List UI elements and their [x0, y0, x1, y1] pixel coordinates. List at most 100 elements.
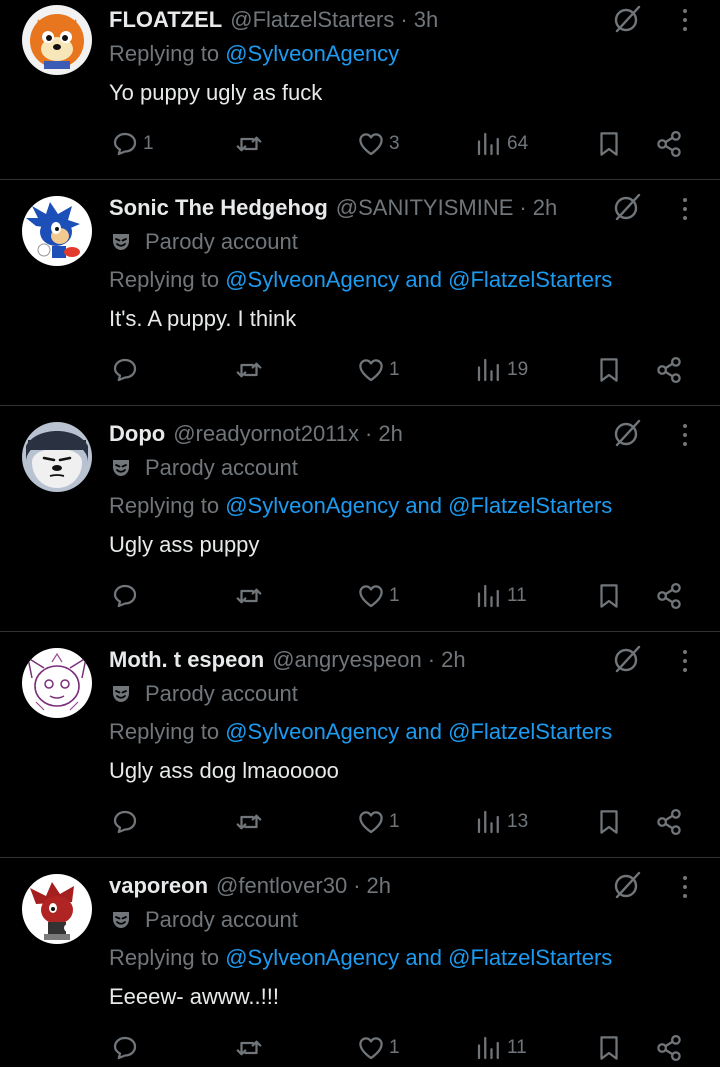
display-name[interactable]: FLOATZEL: [109, 7, 222, 33]
display-name[interactable]: Moth. t espeon: [109, 647, 264, 673]
three-dots-vertical-icon[interactable]: [672, 873, 698, 901]
like-button[interactable]: 1: [356, 802, 400, 842]
three-dots-vertical-icon[interactable]: [672, 647, 698, 675]
grok-slash-circle-icon[interactable]: [612, 4, 642, 34]
grok-slash-circle-icon[interactable]: [612, 192, 642, 222]
mention-link[interactable]: @FlatzelStarters: [448, 493, 612, 519]
parody-account-text: Parody account: [145, 681, 298, 706]
three-dots-vertical-icon[interactable]: [672, 421, 698, 449]
mention-link[interactable]: @FlatzelStarters: [448, 945, 612, 971]
share-button[interactable]: [654, 576, 684, 616]
display-name[interactable]: vaporeon: [109, 873, 208, 899]
bookmark-button[interactable]: [594, 1028, 624, 1067]
mention-link[interactable]: @SylveonAgency: [225, 493, 399, 519]
like-button[interactable]: 3: [356, 124, 400, 164]
theater-mask-icon: [113, 686, 129, 702]
speech-bubble-icon: [113, 584, 137, 608]
reply-button[interactable]: 1: [110, 124, 154, 164]
reply-button[interactable]: [110, 576, 143, 616]
timestamp[interactable]: 3h: [414, 7, 438, 33]
user-handle[interactable]: @angryespeon: [272, 647, 422, 673]
share-button[interactable]: [654, 802, 684, 842]
tweet-reply[interactable]: Dopo @readyornot2011x · 2h Parody accoun…: [0, 406, 720, 632]
tweet-reply[interactable]: FLOATZEL @FlatzelStarters · 3h Replying …: [0, 0, 720, 180]
bar-chart-icon: [477, 132, 499, 156]
views-button[interactable]: 64: [474, 124, 528, 164]
timestamp[interactable]: 2h: [533, 195, 557, 221]
share-button[interactable]: [654, 350, 684, 390]
like-button[interactable]: 1: [356, 350, 400, 390]
repost-button[interactable]: [234, 802, 267, 842]
mention-link[interactable]: @SylveonAgency: [225, 945, 399, 971]
tweet-text: Ugly ass puppy: [109, 529, 259, 561]
user-handle[interactable]: @readyornot2011x: [173, 421, 359, 447]
repost-button[interactable]: [234, 1028, 267, 1067]
views-button[interactable]: 13: [474, 802, 528, 842]
like-button[interactable]: 1: [356, 1028, 400, 1067]
parody-account-text: Parody account: [145, 455, 298, 480]
separator-dot: ·: [400, 7, 408, 32]
repost-arrows-icon: [236, 588, 262, 604]
tweet-header: Dopo @readyornot2011x · 2h: [109, 418, 403, 450]
user-handle[interactable]: @FlatzelStarters: [230, 7, 394, 33]
grok-slash-circle-icon[interactable]: [612, 870, 642, 900]
bookmark-button[interactable]: [594, 576, 624, 616]
bookmark-icon: [600, 358, 618, 382]
mention-link[interactable]: @SylveonAgency: [225, 41, 399, 67]
views-button[interactable]: 11: [474, 1028, 527, 1067]
three-dots-vertical-icon[interactable]: [672, 195, 698, 223]
reply-button[interactable]: [110, 350, 143, 390]
avatar[interactable]: [22, 874, 92, 944]
repost-button[interactable]: [234, 350, 267, 390]
timestamp[interactable]: 2h: [378, 421, 402, 447]
mention-link[interactable]: @FlatzelStarters: [448, 267, 612, 293]
timestamp[interactable]: 2h: [367, 873, 391, 899]
mention-link[interactable]: @FlatzelStarters: [448, 719, 612, 745]
tweet-text: Yo puppy ugly as fuck: [109, 77, 322, 109]
tweet-header: vaporeon @fentlover30 · 2h: [109, 870, 391, 902]
avatar[interactable]: [22, 196, 92, 266]
grok-slash-circle-icon[interactable]: [612, 418, 642, 448]
three-dots-vertical-icon[interactable]: [672, 6, 698, 34]
bookmark-button[interactable]: [594, 124, 624, 164]
like-button[interactable]: 1: [356, 576, 400, 616]
views-button[interactable]: 11: [474, 576, 527, 616]
share-button[interactable]: [654, 1028, 684, 1067]
tweet-body: Eeeew- awww..!!!: [109, 984, 279, 1009]
timestamp[interactable]: 2h: [441, 647, 465, 673]
tweet-reply[interactable]: vaporeon @fentlover30 · 2h Parody accoun…: [0, 858, 720, 1067]
separator-dot: ·: [519, 195, 527, 220]
bookmark-button[interactable]: [594, 802, 624, 842]
views-button[interactable]: 19: [474, 350, 528, 390]
mention-link[interactable]: @SylveonAgency: [225, 267, 399, 293]
display-name[interactable]: Dopo: [109, 421, 165, 447]
reply-feed: FLOATZEL @FlatzelStarters · 3h Replying …: [0, 0, 720, 1067]
avatar[interactable]: [22, 5, 92, 75]
tweet-body: Ugly ass dog lmaooooo: [109, 758, 339, 783]
repost-button[interactable]: [234, 576, 267, 616]
tweet-header: Sonic The Hedgehog @SANITYISMINE · 2h: [109, 192, 557, 224]
avatar[interactable]: [22, 648, 92, 718]
bookmark-icon: [600, 1036, 618, 1060]
bookmark-button[interactable]: [594, 350, 624, 390]
reply-count: 1: [143, 133, 154, 154]
tweet-reply[interactable]: Sonic The Hedgehog @SANITYISMINE · 2h Pa…: [0, 180, 720, 406]
share-button[interactable]: [654, 124, 684, 164]
reply-button[interactable]: [110, 1028, 143, 1067]
repost-arrows-icon: [236, 1040, 262, 1056]
heart-icon: [359, 133, 383, 156]
user-handle[interactable]: @SANITYISMINE: [336, 195, 514, 221]
tweet-reply[interactable]: Moth. t espeon @angryespeon · 2h Parody …: [0, 632, 720, 858]
view-count: 64: [507, 133, 529, 154]
grok-slash-circle-icon[interactable]: [612, 644, 642, 674]
display-name[interactable]: Sonic The Hedgehog: [109, 195, 328, 221]
tweet-header: Moth. t espeon @angryespeon · 2h: [109, 644, 466, 676]
reply-button[interactable]: [110, 802, 143, 842]
share-icon: [657, 1035, 681, 1061]
repost-button[interactable]: [234, 124, 267, 164]
speech-bubble-icon: [113, 132, 137, 156]
mention-link[interactable]: @SylveonAgency: [225, 719, 399, 745]
avatar[interactable]: [22, 422, 92, 492]
user-handle[interactable]: @fentlover30: [216, 873, 347, 899]
view-count: 19: [507, 359, 529, 380]
